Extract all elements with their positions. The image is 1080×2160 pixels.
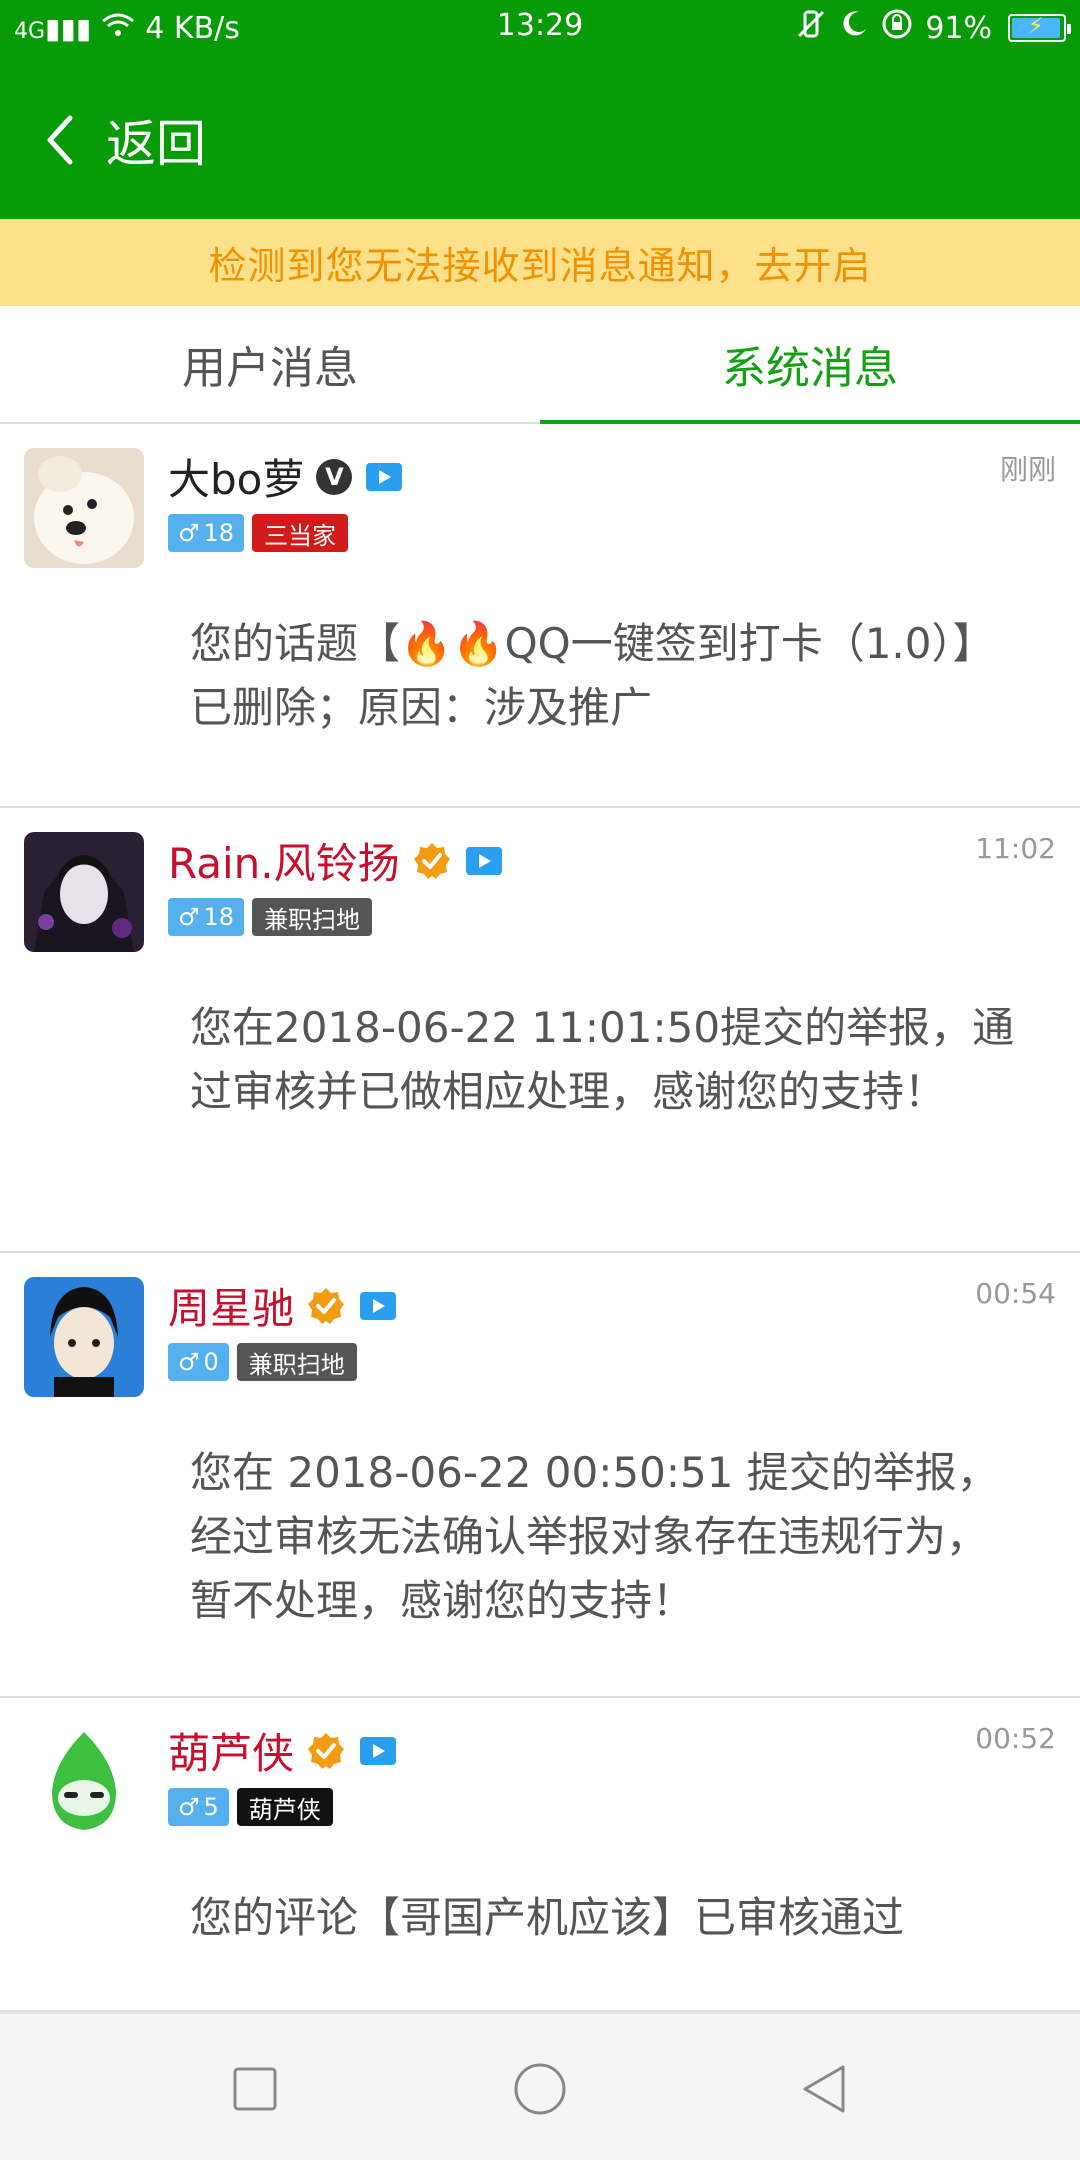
verified-badge-icon bbox=[308, 1287, 345, 1324]
message-time: 刚刚 bbox=[999, 453, 1056, 486]
video-icon bbox=[366, 462, 403, 491]
male-icon: ♂ bbox=[178, 903, 200, 931]
message-item[interactable]: Rain.风铃扬 ♂ 18 兼职扫地 11:02 您在2018-06-22 11:… bbox=[0, 808, 1080, 1253]
level-value: 18 bbox=[203, 903, 235, 931]
back-nav-button[interactable] bbox=[790, 2054, 860, 2124]
message-header: 大bo萝 V bbox=[168, 446, 404, 507]
recents-button[interactable] bbox=[220, 2054, 290, 2124]
tab-user-messages[interactable]: 用户消息 bbox=[0, 306, 540, 422]
level-value: 0 bbox=[203, 1348, 219, 1376]
role-tag: 葫芦侠 bbox=[236, 1788, 333, 1826]
user-tags: ♂ 0 兼职扫地 bbox=[168, 1343, 357, 1381]
message-time: 00:52 bbox=[975, 1722, 1056, 1755]
username[interactable]: 葫芦侠 bbox=[168, 1720, 294, 1781]
male-icon: ♂ bbox=[178, 1793, 200, 1821]
gender-tag: ♂ 18 bbox=[168, 898, 245, 936]
username[interactable]: 大bo萝 bbox=[168, 446, 304, 507]
avatar[interactable] bbox=[24, 832, 144, 952]
gender-tag: ♂ 5 bbox=[168, 1788, 229, 1826]
username[interactable]: 周星驰 bbox=[168, 1275, 294, 1336]
message-text: 您的评论【哥国产机应该】已审核通过 bbox=[190, 1893, 905, 1942]
rotation-lock-icon bbox=[881, 8, 913, 48]
role-tag: 兼职扫地 bbox=[252, 898, 373, 936]
gender-tag: ♂ 18 bbox=[168, 514, 245, 552]
video-icon bbox=[360, 1291, 397, 1320]
chevron-left-icon bbox=[47, 115, 73, 165]
status-right: 91% ⚡ bbox=[795, 8, 1071, 48]
male-icon: ♂ bbox=[178, 519, 200, 547]
user-tags: ♂ 18 兼职扫地 bbox=[168, 898, 373, 936]
battery-percent: 91% bbox=[925, 10, 992, 46]
message-header: Rain.风铃扬 bbox=[168, 830, 504, 891]
role-tag: 三当家 bbox=[252, 514, 349, 552]
verified-badge-icon bbox=[308, 1732, 345, 1769]
mute-icon bbox=[795, 8, 827, 48]
message-item[interactable]: 周星驰 ♂ 0 兼职扫地 00:54 您在 2018-06-22 00:50:51… bbox=[0, 1253, 1080, 1698]
message-time: 00:54 bbox=[975, 1277, 1056, 1310]
battery-icon: ⚡ bbox=[1008, 14, 1071, 42]
tab-system-messages[interactable]: 系统消息 bbox=[540, 306, 1080, 424]
app-bar: 返回 bbox=[0, 56, 1080, 219]
user-tags: ♂ 18 三当家 bbox=[168, 514, 349, 552]
level-value: 5 bbox=[203, 1793, 219, 1821]
role-tag: 兼职扫地 bbox=[236, 1343, 357, 1381]
back-button[interactable]: 返回 bbox=[40, 110, 206, 173]
triangle-back-icon bbox=[803, 2065, 845, 2113]
video-icon bbox=[360, 1736, 397, 1765]
avatar[interactable] bbox=[24, 1722, 144, 1842]
gender-tag: ♂ 0 bbox=[168, 1343, 229, 1381]
tab-bar: 用户消息 系统消息 bbox=[0, 306, 1080, 424]
avatar[interactable] bbox=[24, 448, 144, 568]
moon-icon bbox=[839, 9, 869, 47]
message-item[interactable]: 葫芦侠 ♂ 5 葫芦侠 00:52 您的评论【哥国产机应该】已审核通过 bbox=[0, 1698, 1080, 2012]
home-button[interactable] bbox=[505, 2054, 575, 2124]
verified-badge-icon bbox=[413, 842, 450, 879]
level-value: 18 bbox=[203, 519, 235, 547]
message-text: 您在2018-06-22 11:01:50提交的举报，通过审核并已做相应处理，感… bbox=[190, 1003, 1015, 1116]
video-icon bbox=[465, 846, 502, 875]
message-item[interactable]: 大bo萝 V ♂ 18 三当家 刚刚 您的话题【🔥🔥QQ一键签到打卡（1.0）】已… bbox=[0, 424, 1080, 808]
status-time: 13:29 bbox=[496, 8, 584, 43]
message-header: 葫芦侠 bbox=[168, 1720, 398, 1781]
status-bar: 4G▮▮▮ 4 KB/s 13:29 91% ⚡ bbox=[0, 0, 1080, 56]
message-text: 您的话题【🔥🔥QQ一键签到打卡（1.0）】已删除；原因：涉及推广 bbox=[190, 619, 995, 732]
system-nav-bar bbox=[0, 2012, 1080, 2160]
avatar[interactable] bbox=[24, 1277, 144, 1397]
back-label: 返回 bbox=[106, 115, 206, 173]
message-text: 您在 2018-06-22 00:50:51 提交的举报，经过审核无法确认举报对… bbox=[190, 1448, 999, 1625]
message-time: 11:02 bbox=[975, 832, 1056, 865]
user-tags: ♂ 5 葫芦侠 bbox=[168, 1788, 333, 1826]
message-header: 周星驰 bbox=[168, 1275, 398, 1336]
square-icon bbox=[233, 2067, 277, 2111]
circle-icon bbox=[514, 2063, 566, 2115]
male-icon: ♂ bbox=[178, 1348, 200, 1376]
username[interactable]: Rain.风铃扬 bbox=[168, 830, 400, 891]
v-badge-icon: V bbox=[316, 458, 353, 495]
notification-banner[interactable]: 检测到您无法接收到消息通知，去开启 bbox=[0, 219, 1080, 306]
